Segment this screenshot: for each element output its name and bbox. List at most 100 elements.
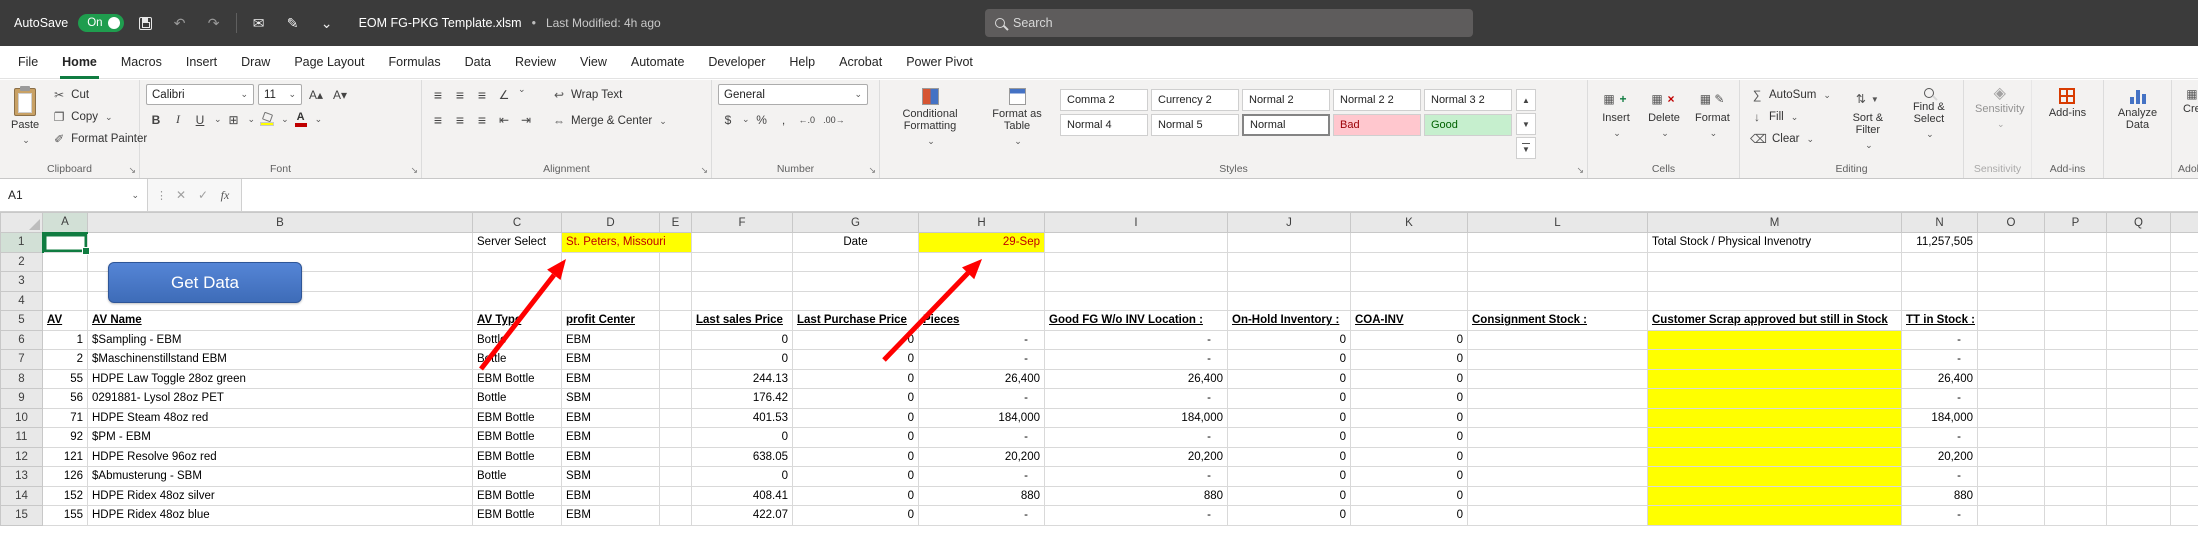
cell-pieces[interactable]: 20,200 bbox=[919, 447, 1045, 467]
cell[interactable] bbox=[2045, 467, 2107, 487]
decrease-decimal-button[interactable] bbox=[820, 109, 848, 130]
cell[interactable] bbox=[2045, 389, 2107, 409]
style-normal[interactable]: Normal bbox=[1242, 114, 1330, 136]
row-header-14[interactable]: 14 bbox=[1, 486, 43, 506]
cell[interactable] bbox=[1978, 428, 2045, 448]
cell[interactable] bbox=[2171, 447, 2198, 467]
cell[interactable] bbox=[793, 291, 919, 311]
cell-av-name[interactable]: $PM - EBM bbox=[88, 428, 473, 448]
cell-av-type[interactable]: EBM Bottle bbox=[473, 486, 562, 506]
row-header-10[interactable]: 10 bbox=[1, 408, 43, 428]
row-header-15[interactable]: 15 bbox=[1, 506, 43, 526]
cell[interactable] bbox=[660, 311, 692, 331]
tab-draw[interactable]: Draw bbox=[229, 46, 282, 79]
cell[interactable] bbox=[2171, 467, 2198, 487]
header-last-purchase-price[interactable]: Last Purchase Price bbox=[793, 311, 919, 331]
align-center-button[interactable] bbox=[450, 109, 470, 130]
font-dialog-launcher[interactable]: ↘ bbox=[410, 165, 418, 176]
cell[interactable] bbox=[1648, 291, 1902, 311]
row-header-12[interactable]: 12 bbox=[1, 447, 43, 467]
cell-last-purchase[interactable]: 0 bbox=[793, 447, 919, 467]
cell-on-hold[interactable]: 0 bbox=[1228, 486, 1351, 506]
cell-av-name[interactable]: $Maschinenstillstand EBM bbox=[88, 350, 473, 370]
header-av-type[interactable]: AV Type bbox=[473, 311, 562, 331]
cell[interactable] bbox=[2045, 291, 2107, 311]
cell[interactable] bbox=[2171, 486, 2198, 506]
confirm-entry-icon[interactable] bbox=[193, 185, 213, 206]
cell-tt-stock[interactable]: 26,400 bbox=[1902, 369, 1978, 389]
cell-pieces[interactable]: - bbox=[919, 467, 1045, 487]
cell-pieces[interactable]: - bbox=[919, 506, 1045, 526]
cell[interactable] bbox=[1978, 467, 2045, 487]
row-header-5[interactable]: 5 bbox=[1, 311, 43, 331]
cell[interactable] bbox=[793, 252, 919, 272]
cell-last-purchase[interactable]: 0 bbox=[793, 506, 919, 526]
cell-customer-scrap[interactable] bbox=[1648, 350, 1902, 370]
cell[interactable] bbox=[660, 486, 692, 506]
cut-button[interactable]: Cut bbox=[48, 84, 151, 106]
cell-av-type[interactable]: Bottle bbox=[473, 330, 562, 350]
style-bad[interactable]: Bad bbox=[1333, 114, 1421, 136]
wrap-text-button[interactable]: Wrap Text bbox=[548, 84, 671, 106]
cell[interactable] bbox=[1978, 330, 2045, 350]
row-header-9[interactable]: 9 bbox=[1, 389, 43, 409]
cell[interactable] bbox=[1978, 272, 2045, 292]
cell[interactable] bbox=[1351, 233, 1468, 253]
alignment-dialog-launcher[interactable]: ↘ bbox=[700, 165, 708, 176]
cell-customer-scrap[interactable] bbox=[1648, 428, 1902, 448]
tab-power-pivot[interactable]: Power Pivot bbox=[894, 46, 985, 79]
cell-total-stock-label[interactable]: Total Stock / Physical Invenotry bbox=[1648, 233, 1902, 253]
cell-av[interactable]: 92 bbox=[43, 428, 88, 448]
cell-last-sales[interactable]: 244.13 bbox=[692, 369, 793, 389]
cell[interactable] bbox=[692, 233, 793, 253]
cell[interactable] bbox=[692, 252, 793, 272]
cell-av-type[interactable]: EBM Bottle bbox=[473, 428, 562, 448]
cell[interactable] bbox=[562, 291, 660, 311]
row-header-7[interactable]: 7 bbox=[1, 350, 43, 370]
cell[interactable] bbox=[1045, 252, 1228, 272]
cell-coa-inv[interactable]: 0 bbox=[1351, 389, 1468, 409]
insert-function-icon[interactable] bbox=[215, 185, 235, 206]
cell[interactable] bbox=[2107, 428, 2171, 448]
cell-last-purchase[interactable]: 0 bbox=[793, 467, 919, 487]
borders-button[interactable] bbox=[224, 109, 244, 130]
cell[interactable] bbox=[1978, 408, 2045, 428]
cell-customer-scrap[interactable] bbox=[1648, 506, 1902, 526]
cell-last-purchase[interactable]: 0 bbox=[793, 389, 919, 409]
column-header-n[interactable]: N bbox=[1902, 213, 1978, 233]
cell[interactable] bbox=[2107, 350, 2171, 370]
cell[interactable] bbox=[1468, 291, 1648, 311]
redo-icon[interactable] bbox=[202, 11, 226, 35]
style-normal-4[interactable]: Normal 4 bbox=[1060, 114, 1148, 136]
header-last-sales-price[interactable]: Last sales Price bbox=[692, 311, 793, 331]
cell[interactable] bbox=[919, 272, 1045, 292]
adobe-create-button[interactable]: Cre bbox=[2178, 84, 2198, 119]
underline-button[interactable] bbox=[190, 109, 210, 130]
column-header-c[interactable]: C bbox=[473, 213, 562, 233]
cell[interactable] bbox=[2171, 272, 2198, 292]
cell-av-name[interactable]: HDPE Ridex 48oz blue bbox=[88, 506, 473, 526]
cell-on-hold[interactable]: 0 bbox=[1228, 506, 1351, 526]
cell-pieces[interactable]: 26,400 bbox=[919, 369, 1045, 389]
column-header-i[interactable]: I bbox=[1045, 213, 1228, 233]
cell[interactable] bbox=[2107, 291, 2171, 311]
cell-last-purchase[interactable]: 0 bbox=[793, 408, 919, 428]
cell-profit-center[interactable]: EBM bbox=[562, 486, 660, 506]
align-right-button[interactable] bbox=[472, 109, 492, 130]
align-left-button[interactable] bbox=[428, 109, 448, 130]
formula-input[interactable] bbox=[242, 179, 2198, 211]
row-header-2[interactable]: 2 bbox=[1, 252, 43, 272]
row-header-4[interactable]: 4 bbox=[1, 291, 43, 311]
cell-tt-stock[interactable]: - bbox=[1902, 389, 1978, 409]
cell-last-purchase[interactable]: 0 bbox=[793, 369, 919, 389]
header-pieces[interactable]: Pieces bbox=[919, 311, 1045, 331]
cell-customer-scrap[interactable] bbox=[1648, 408, 1902, 428]
cell[interactable] bbox=[2107, 311, 2171, 331]
cell-coa-inv[interactable]: 0 bbox=[1351, 330, 1468, 350]
gallery-scroll-up-icon[interactable] bbox=[1516, 89, 1536, 111]
cell-coa-inv[interactable]: 0 bbox=[1351, 350, 1468, 370]
cell[interactable] bbox=[1902, 272, 1978, 292]
tab-page-layout[interactable]: Page Layout bbox=[282, 46, 376, 79]
tab-formulas[interactable]: Formulas bbox=[377, 46, 453, 79]
column-header-p[interactable]: P bbox=[2045, 213, 2107, 233]
